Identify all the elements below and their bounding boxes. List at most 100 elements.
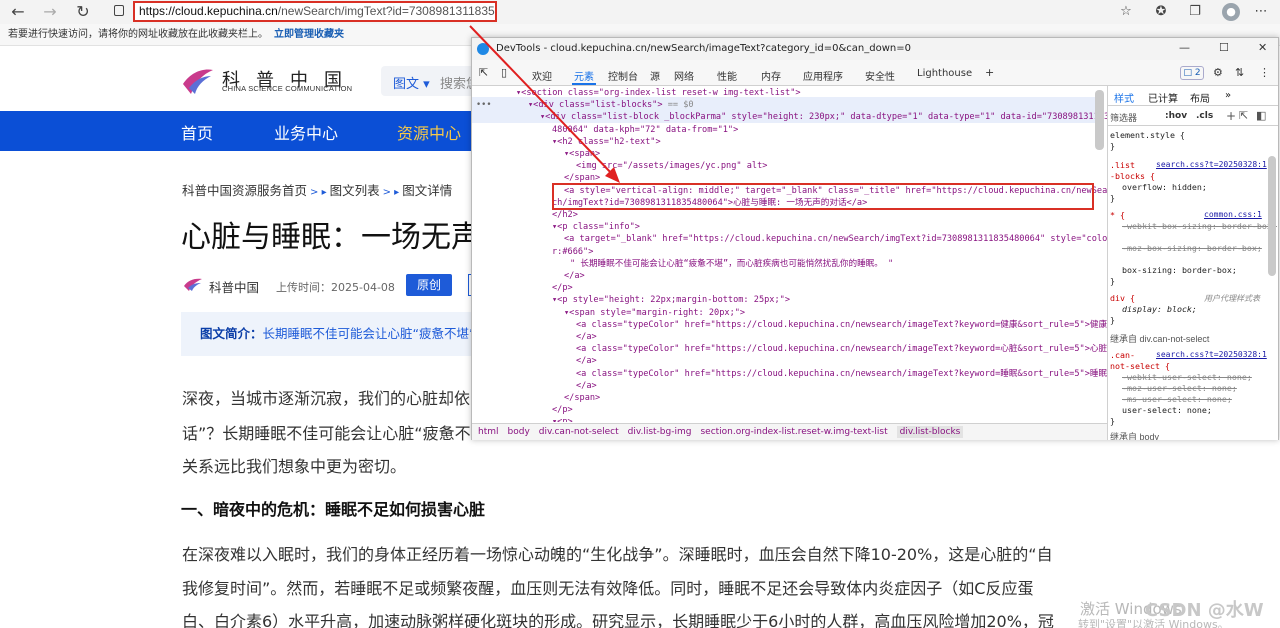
tab-console[interactable]: 控制台 <box>608 68 638 83</box>
style-decl-overridden: -ms-user-select: none; <box>1122 394 1232 404</box>
section-heading: 一、暗夜中的危机：睡眠不足如何损害心脏 <box>181 500 486 519</box>
profile-avatar[interactable]: ● <box>1222 3 1240 21</box>
dom-code-line[interactable]: <a class="typeColor" href="https://cloud… <box>576 343 1107 355</box>
node-actions-ellipsis-icon[interactable]: ••• <box>476 99 492 111</box>
sidebar-toggle-icon[interactable]: ◧ <box>1256 109 1266 122</box>
inherited-from-header: 继承自 div.can-not-select <box>1110 334 1210 344</box>
forward-icon[interactable]: → <box>39 2 61 22</box>
tab-computed[interactable]: 已计算 <box>1148 90 1178 105</box>
crumb-list-bg-img[interactable]: div.list-bg-img <box>628 427 692 437</box>
dom-code-line[interactable]: <a class="typeColor" href="https://cloud… <box>576 319 1107 331</box>
active-tab-indicator <box>572 83 596 85</box>
elements-dom-tree[interactable]: ▾<section class="org-index-list reset-w … <box>472 86 1107 422</box>
back-icon[interactable]: ← <box>7 2 29 22</box>
dom-code-line[interactable]: <a target="_blank" href="https://cloud.k… <box>564 233 1107 245</box>
inspect-element-icon[interactable]: ⇱ <box>479 66 488 79</box>
chevron-right-icon: > ▸ <box>382 187 400 198</box>
search-type-dropdown[interactable]: 图文 ▾ <box>393 73 430 92</box>
site-logo-icon[interactable] <box>181 64 215 96</box>
dom-code-line[interactable]: ▾<p style="height: 22px;margin-bottom: 2… <box>552 294 790 306</box>
dom-code-line[interactable]: </a> <box>576 380 597 392</box>
manage-favorites-link[interactable]: 立即管理收藏夹 <box>274 29 344 40</box>
dom-code-line[interactable]: ▾<p> <box>552 416 573 422</box>
tab-welcome[interactable]: 欢迎 <box>532 68 552 83</box>
nav-home[interactable]: 首页 <box>181 120 213 144</box>
dom-code-line[interactable]: </a> <box>576 355 597 367</box>
crumb-body[interactable]: body <box>508 427 530 437</box>
style-source-link[interactable]: search.css?t=20250328:1 <box>1156 350 1267 359</box>
dom-code-line[interactable]: ▾<div class="list-block _blockParma" sty… <box>540 111 1107 123</box>
dom-code-line[interactable]: ▾<span> <box>564 148 600 160</box>
tab-lighthouse[interactable]: Lighthouse <box>917 68 972 79</box>
dom-code-line[interactable]: ▾<p class="info"> <box>552 221 640 233</box>
dom-code-line[interactable]: ▾<h2 class="h2-text"> <box>552 136 661 148</box>
breadcrumb-list[interactable]: 图文列表 <box>330 183 380 198</box>
tab-styles[interactable]: 样式 <box>1114 90 1134 105</box>
tab-security[interactable]: 安全性 <box>865 68 895 83</box>
customize-icon[interactable]: ⇅ <box>1235 66 1244 79</box>
dom-code-line[interactable]: ▾<div class="list-blocks"> == $0 <box>528 99 694 111</box>
crumb-list-blocks[interactable]: div.list-blocks <box>896 426 964 438</box>
dom-code-line[interactable]: </a> <box>576 331 597 343</box>
maximize-icon[interactable]: ☐ <box>1219 41 1229 54</box>
highlighted-anchor-box <box>552 183 1094 210</box>
issues-badge[interactable]: □ 2 <box>1180 66 1204 80</box>
crumb-can-not-select[interactable]: div.can-not-select <box>539 427 619 437</box>
style-decl: user-select: none; <box>1122 405 1212 415</box>
tab-network[interactable]: 网络 <box>674 68 694 83</box>
dom-code-line[interactable]: <a class="typeColor" href="https://cloud… <box>576 368 1107 380</box>
collections-icon[interactable]: ❐ <box>1186 3 1204 21</box>
reload-icon[interactable]: ↻ <box>72 2 94 22</box>
more-options-icon[interactable]: ⋮ <box>1259 66 1270 79</box>
add-favorite-icon[interactable]: ☆ <box>1117 3 1135 21</box>
styles-filter-input[interactable]: 筛选器 <box>1110 111 1137 124</box>
intro-line: 深夜，当城市逐渐沉寂，我们的心脏却依 <box>182 389 471 408</box>
hover-state-toggle[interactable]: :hov <box>1165 111 1187 121</box>
tab-memory[interactable]: 内存 <box>761 68 781 83</box>
new-rule-plus-icon[interactable]: + <box>1226 109 1236 123</box>
dom-code-line[interactable]: </span> <box>564 392 600 404</box>
more-styles-tabs[interactable]: » <box>1225 90 1231 101</box>
body-line: 我修复时间”。然而，若睡眠不足或频繁夜醒，血压则无法有效降低。同时，睡眠不足还会… <box>182 579 1034 598</box>
dom-code-line[interactable]: </p> <box>552 404 573 416</box>
styles-scrollbar[interactable] <box>1268 156 1276 276</box>
intro-line: 话”？长期睡眠不佳可能会让心脏“疲惫不 <box>182 424 471 443</box>
settings-gear-icon[interactable]: ⚙ <box>1213 66 1223 79</box>
breadcrumb-home[interactable]: 科普中国资源服务首页 <box>182 183 307 198</box>
minimize-icon[interactable]: — <box>1179 41 1190 54</box>
dom-code-line[interactable]: ▾<section class="org-index-list reset-w … <box>516 87 801 99</box>
tab-performance[interactable]: 性能 <box>717 68 737 83</box>
author-name[interactable]: 科普中国 <box>209 277 259 296</box>
address-bar[interactable]: https://cloud.kepuchina.cn/newSearch/img… <box>133 1 497 22</box>
dom-code-line[interactable]: " 长期睡眠不佳可能会让心脏“疲惫不堪”，而心脏疾病也可能悄然扰乱你的睡眠。 " <box>570 258 893 270</box>
tab-sources[interactable]: 源 <box>650 68 660 83</box>
nav-business[interactable]: 业务中心 <box>274 120 338 144</box>
close-icon[interactable]: ✕ <box>1258 41 1267 54</box>
class-toggle[interactable]: .cls <box>1196 111 1213 121</box>
favorites-icon[interactable]: ✪ <box>1152 3 1170 21</box>
style-line: } <box>1110 416 1115 426</box>
dom-scrollbar[interactable] <box>1095 90 1104 150</box>
style-source-link[interactable]: search.css?t=20250328:1 <box>1156 160 1267 169</box>
dom-code-line[interactable]: </h2> <box>552 209 578 221</box>
dom-code-line[interactable]: 480064" data-kph="72" data-from="1"> <box>552 124 738 136</box>
crumb-html[interactable]: html <box>478 427 499 437</box>
logo-en-text: CHINA SCIENCE COMMUNICATION <box>222 84 353 93</box>
tab-application[interactable]: 应用程序 <box>803 68 843 83</box>
more-tabs-plus-icon[interactable]: + <box>985 66 994 79</box>
dom-code-line[interactable]: ▾<span style="margin-right: 20px;"> <box>564 307 745 319</box>
tab-elements[interactable]: 元素 <box>574 68 594 83</box>
dom-code-line[interactable]: r:#666"> <box>552 246 593 258</box>
tab-layout[interactable]: 布局 <box>1190 90 1210 105</box>
more-menu-icon[interactable]: ⋯ <box>1252 3 1270 21</box>
dom-code-line[interactable]: </a> <box>564 270 585 282</box>
crumb-section[interactable]: section.org-index-list.reset-w.img-text-… <box>700 427 887 437</box>
author-logo-icon <box>184 278 202 291</box>
dom-code-line[interactable]: </p> <box>552 282 573 294</box>
summary-text: 长期睡眠不佳可能会让心脏“疲惫不堪”， <box>262 326 476 341</box>
element-state-icon[interactable]: ⇱ <box>1239 109 1248 122</box>
dom-code-line[interactable]: <img src="/assets/images/yc.png" alt> <box>576 160 767 172</box>
nav-resources[interactable]: 资源中心 <box>397 120 461 144</box>
style-source-link[interactable]: common.css:1 <box>1204 210 1262 219</box>
device-toolbar-icon[interactable]: ▯ <box>501 66 507 79</box>
